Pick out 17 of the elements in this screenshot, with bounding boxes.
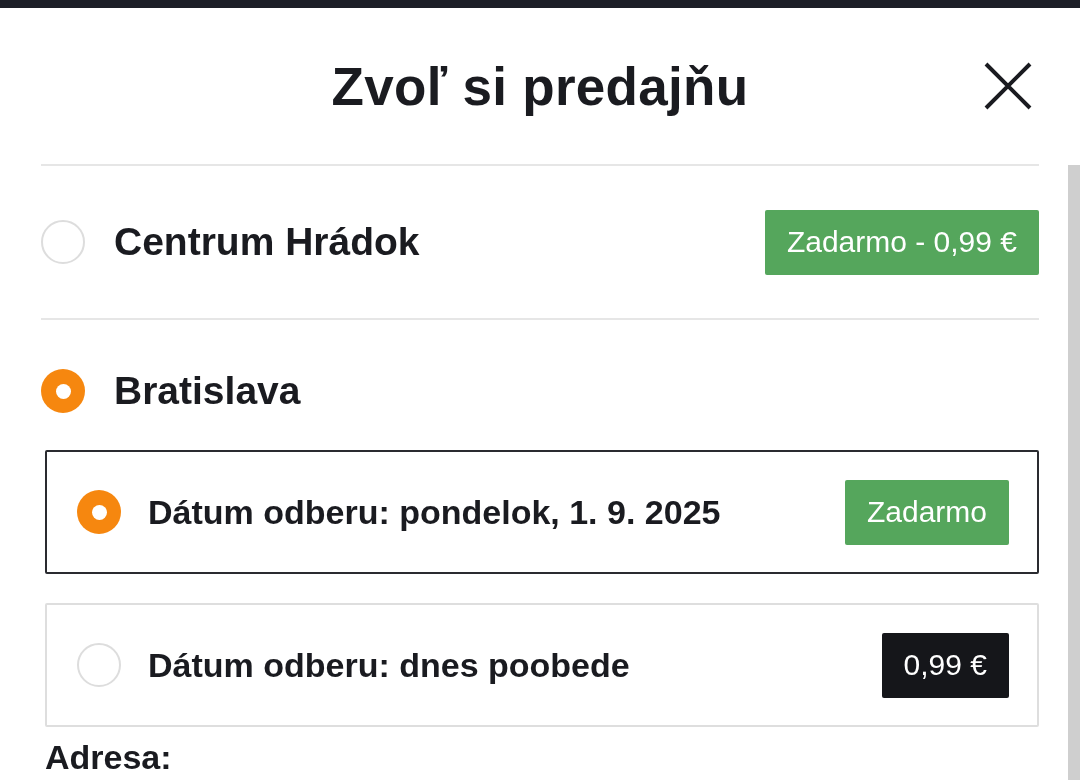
pickup-date-option[interactable]: Dátum odberu: pondelok, 1. 9. 2025 Zadarmo bbox=[45, 450, 1039, 574]
scrollbar-thumb[interactable] bbox=[1068, 165, 1080, 780]
close-icon[interactable] bbox=[984, 62, 1032, 110]
address-label: Adresa: bbox=[45, 739, 172, 775]
pickup-date-label: Dátum odberu: pondelok, 1. 9. 2025 bbox=[148, 492, 722, 532]
radio-button[interactable] bbox=[41, 369, 85, 413]
store-name: Bratislava bbox=[114, 369, 302, 413]
pickup-date-label: Dátum odberu: dnes poobede bbox=[148, 645, 631, 685]
price-badge: Zadarmo - 0,99 € bbox=[764, 209, 1039, 275]
radio-button[interactable] bbox=[77, 643, 121, 687]
pickup-date-option[interactable]: Dátum odberu: dnes poobede 0,99 € bbox=[45, 603, 1039, 727]
radio-button[interactable] bbox=[77, 490, 121, 534]
price-badge: Zadarmo bbox=[844, 479, 1009, 545]
price-badge: 0,99 € bbox=[881, 632, 1009, 698]
radio-button[interactable] bbox=[41, 220, 85, 264]
store-name: Centrum Hrádok bbox=[114, 220, 421, 264]
dialog-title: Zvoľ si predajňu bbox=[331, 55, 749, 117]
